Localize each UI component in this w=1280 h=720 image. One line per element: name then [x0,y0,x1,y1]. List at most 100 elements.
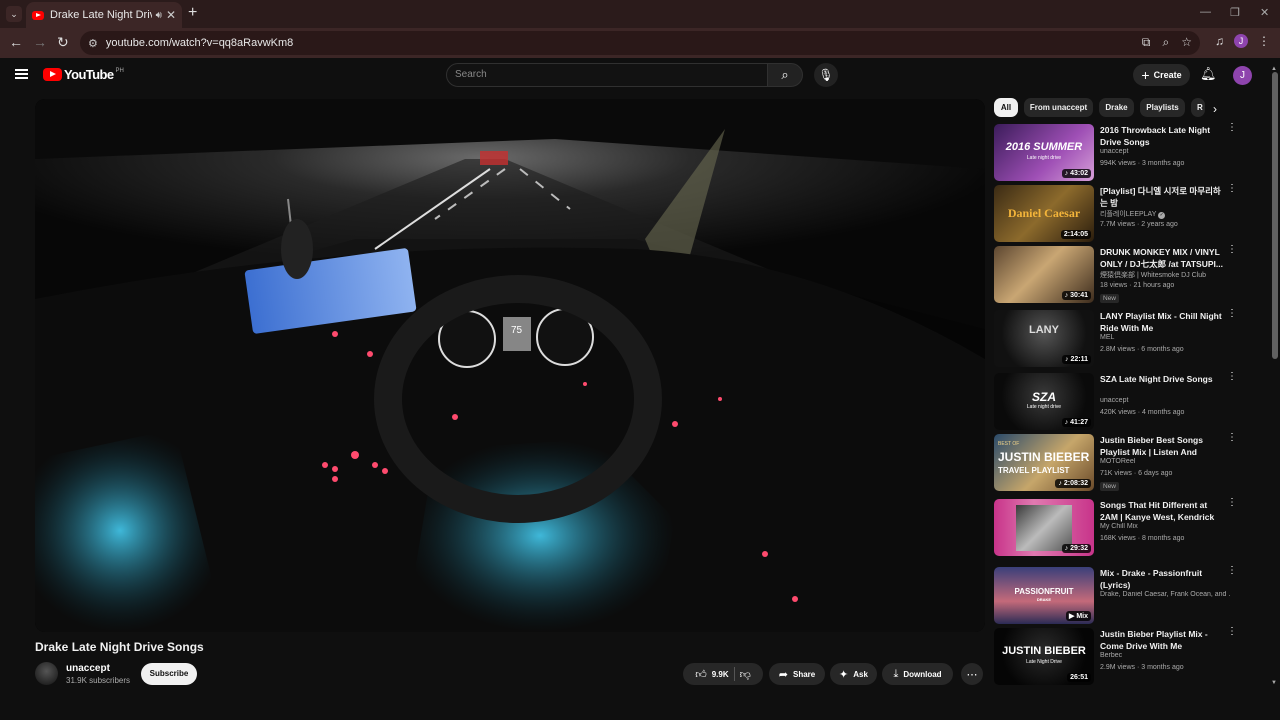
close-tab-icon[interactable]: ✕ [166,8,176,22]
scroll-down-icon[interactable]: ▼ [1271,680,1277,686]
plus-icon: + [1141,67,1150,83]
country-code: PH [115,67,124,74]
voice-search-icon[interactable]: 🎙︎ [814,63,838,87]
rec-title[interactable]: DRUNK MONKEY MIX / VINYL ONLY / DJ七太郎 /a… [1100,246,1224,270]
chip-from-unaccept[interactable]: From unaccept [1024,98,1093,117]
create-button[interactable]: + Create [1133,64,1190,86]
more-vertical-icon[interactable]: ⋮ [1227,433,1237,443]
more-vertical-icon[interactable]: ⋮ [1227,309,1237,319]
back-icon[interactable]: ← [9,34,23,50]
recommendation-item[interactable]: BEST OF JUSTIN BIEBER TRAVEL PLAYLIST ♪ … [994,433,1239,492]
recommendation-item[interactable]: 2016 SUMMER Late night drive ♪ 43:02 201… [994,123,1239,182]
account-avatar[interactable]: J [1233,66,1252,85]
rec-channel[interactable]: MOTOReel [1100,458,1230,465]
recommendation-item[interactable]: ♪ 30:41 DRUNK MONKEY MIX / VINYL ONLY / … [994,245,1239,304]
search-button[interactable]: ⌕ [767,63,803,87]
more-actions-button[interactable]: ⋯ [961,663,983,685]
rec-title[interactable]: Songs That Hit Different at 2AM | Kanye … [1100,499,1224,523]
hamburger-menu-icon[interactable] [15,69,28,79]
new-tab-button[interactable]: + [188,4,197,22]
download-button[interactable]: ⤓ Download [882,663,953,685]
video-thumbnail[interactable]: SZA Late night drive ♪ 41:27 [994,373,1094,430]
recommendation-item[interactable]: LANY ♪ 22:11 LANY Playlist Mix - Chill N… [994,309,1239,368]
rec-channel[interactable]: 煙猿倶楽部 | Whitesmoke DJ Club [1100,270,1230,280]
share-button[interactable]: ➦ Share [769,663,825,685]
profile-avatar[interactable]: J [1234,34,1248,48]
tab-title: Drake Late Night Drive Songs [50,9,152,21]
recommendation-item[interactable]: Daniel Caesar 2:14:05 [Playlist] 다니엘 시저로… [994,184,1239,243]
like-thumb-icon[interactable]: 👍︎ [695,668,707,681]
close-window-icon[interactable]: ✕ [1260,6,1269,19]
rec-title[interactable]: Mix - Drake - Passionfruit (Lyrics) [1100,567,1224,591]
more-vertical-icon[interactable]: ⋮ [1227,627,1237,637]
rec-title[interactable]: LANY Playlist Mix - Chill Night Ride Wit… [1100,310,1224,334]
chip-next-chevron-icon[interactable]: › [1213,102,1217,116]
speaker-icon[interactable]: 🔊︎ [156,10,162,21]
video-player[interactable]: 75 [35,99,985,632]
youtube-logo[interactable]: YouTube PH [43,67,124,82]
scrollbar-thumb[interactable] [1272,72,1278,359]
rec-meta: 2.9M views · 3 months ago [1100,664,1184,671]
more-vertical-icon[interactable]: ⋮ [1227,245,1237,255]
cast-icon[interactable]: ⧉ [1142,35,1151,50]
video-thumbnail[interactable]: BEST OF JUSTIN BIEBER TRAVEL PLAYLIST ♪ … [994,434,1094,491]
rec-channel[interactable]: 리플레이LEEPLAY ✓ [1100,209,1230,219]
notifications-bell-icon[interactable]: 🔔︎ [1200,66,1217,82]
video-thumbnail[interactable]: ♪ 30:41 [994,246,1094,303]
video-thumbnail[interactable]: PASSIONFRUIT DRAKE ▶ Mix [994,567,1094,624]
video-thumbnail[interactable]: 2016 SUMMER Late night drive ♪ 43:02 [994,124,1094,181]
rec-meta: 18 views · 21 hours ago [1100,282,1175,289]
zoom-icon[interactable]: ⌕ [1163,35,1170,50]
rec-title[interactable]: Justin Bieber Best Songs Playlist Mix | … [1100,434,1224,458]
rec-channel[interactable]: Berbec [1100,652,1230,659]
youtube-play-icon [43,68,62,81]
browser-tab-active[interactable]: Drake Late Night Drive Songs 🔊︎ ✕ [26,2,182,28]
bookmark-star-icon[interactable]: ☆ [1181,35,1192,50]
browser-menu-icon[interactable]: ⋮ [1258,34,1270,48]
rec-title[interactable]: [Playlist] 다니엘 시저로 마무리하는 밤 [1100,185,1224,209]
minimize-icon[interactable]: — [1200,6,1211,18]
channel-avatar[interactable] [35,662,58,685]
rec-channel[interactable]: MEL [1100,334,1230,341]
more-vertical-icon[interactable]: ⋮ [1227,184,1237,194]
duration-badge: ♪ 30:41 [1061,291,1091,300]
page-scrollbar[interactable]: ▲ ▼ [1271,66,1279,690]
recommendation-item[interactable]: SZA Late night drive ♪ 41:27 SZA Late Ni… [994,372,1239,431]
recommendation-item[interactable]: JUSTIN BIEBER Late Night Drive 26:51 Jus… [994,627,1239,686]
video-thumbnail[interactable]: JUSTIN BIEBER Late Night Drive 26:51 [994,628,1094,685]
sparkle-icon: ✦ [839,668,849,681]
video-thumbnail[interactable]: LANY ♪ 22:11 [994,310,1094,367]
video-thumbnail[interactable]: ♪ 29:32 [994,499,1094,556]
restore-icon[interactable]: ❐ [1230,6,1240,19]
ask-button[interactable]: ✦ Ask [830,663,877,685]
more-vertical-icon[interactable]: ⋮ [1227,498,1237,508]
subscribe-button[interactable]: Subscribe [141,663,197,685]
more-vertical-icon[interactable]: ⋮ [1227,566,1237,576]
chip-all[interactable]: All [994,98,1018,117]
more-vertical-icon[interactable]: ⋮ [1227,123,1237,133]
video-thumbnail[interactable]: Daniel Caesar 2:14:05 [994,185,1094,242]
forward-icon[interactable]: → [33,34,47,50]
channel-name[interactable]: unaccept [66,663,110,674]
address-bar[interactable]: ⚙ youtube.com/watch?v=qq8aRavwKm8 ⧉ ⌕ ☆ [80,31,1200,55]
chip-drake[interactable]: Drake [1099,98,1134,117]
recommendation-item[interactable]: PASSIONFRUIT DRAKE ▶ Mix Mix - Drake - P… [994,566,1239,625]
dislike-thumb-icon[interactable]: 👎︎ [740,668,751,681]
rec-title[interactable]: Justin Bieber Playlist Mix - Come Drive … [1100,628,1224,652]
rec-channel[interactable]: unaccept [1100,397,1230,404]
media-controls-icon[interactable]: ♫ [1215,34,1224,48]
chip-partial[interactable]: R [1191,98,1205,117]
rec-channel[interactable]: My Chill Mix [1100,523,1230,530]
site-info-icon[interactable]: ⚙ [88,37,98,50]
reload-icon[interactable]: ↻ [57,34,69,51]
more-vertical-icon[interactable]: ⋮ [1227,372,1237,382]
search-input[interactable]: Search [446,63,768,87]
recommendation-item[interactable]: ♪ 29:32 Songs That Hit Different at 2AM … [994,498,1239,557]
like-count[interactable]: 9.9K [712,670,729,679]
rec-channel[interactable]: Drake, Daniel Caesar, Frank Ocean, and .… [1100,591,1230,598]
rec-title[interactable]: SZA Late Night Drive Songs [1100,373,1224,385]
tab-search-button[interactable]: ⌄ [6,6,22,22]
rec-title[interactable]: 2016 Throwback Late Night Drive Songs [1100,124,1224,148]
chip-playlists[interactable]: Playlists [1140,98,1185,117]
rec-channel[interactable]: unaccept [1100,148,1230,155]
